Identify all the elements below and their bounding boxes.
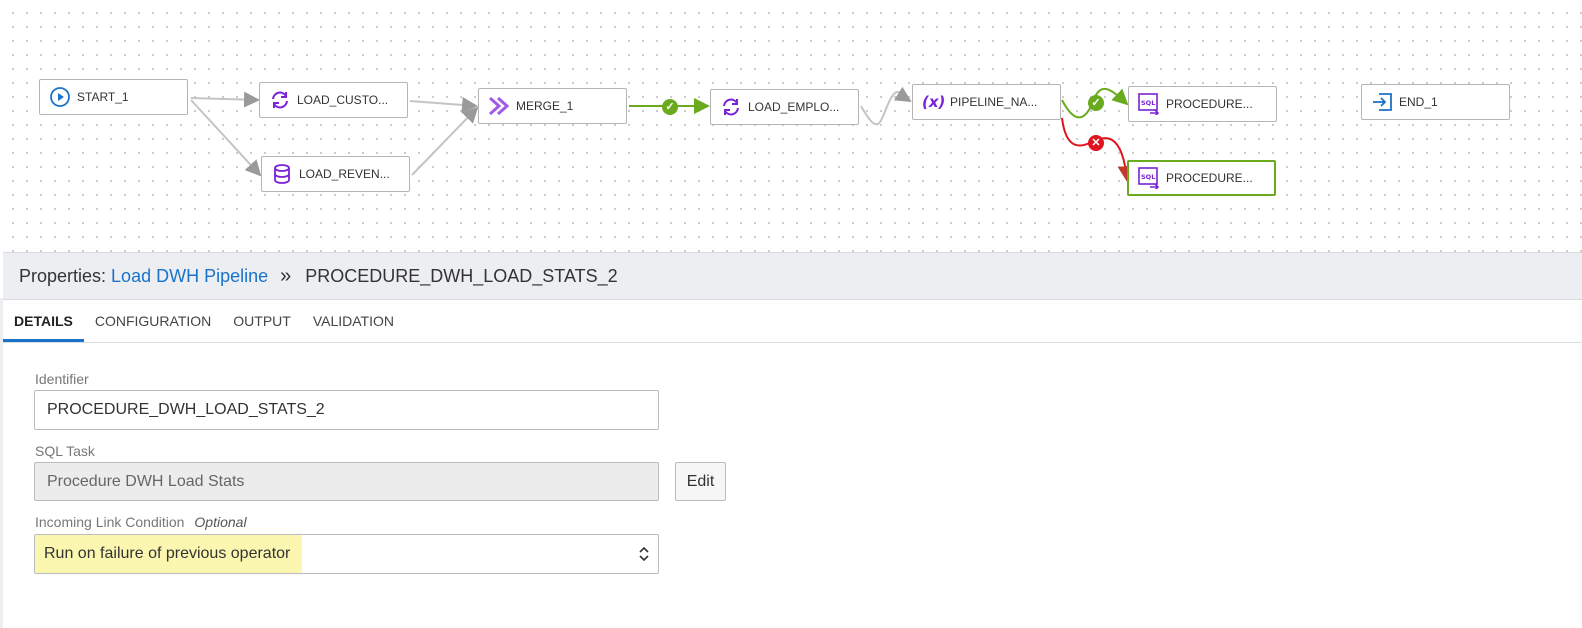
failure-badge-param: ✕ xyxy=(1088,135,1104,151)
pipeline-link[interactable]: Load DWH Pipeline xyxy=(111,266,268,287)
node-label: PROCEDURE... xyxy=(1166,171,1253,185)
node-load-customers[interactable]: LOAD_CUSTO... xyxy=(259,82,408,118)
node-load-revenue[interactable]: LOAD_REVEN... xyxy=(261,156,410,192)
tab-output[interactable]: OUTPUT xyxy=(222,299,302,342)
sql-icon: SQL xyxy=(1138,93,1160,115)
merge-icon xyxy=(488,95,510,117)
sql-task-value: Procedure DWH Load Stats xyxy=(47,472,245,490)
edge-customers-merge xyxy=(409,96,478,113)
edge-start-revenue xyxy=(190,99,262,177)
sql-task-field: Procedure DWH Load Stats xyxy=(34,462,659,501)
edge-revenue-merge xyxy=(411,106,479,176)
play-circle-icon xyxy=(49,86,71,108)
edit-button[interactable]: Edit xyxy=(675,462,726,501)
properties-tabs: DETAILS CONFIGURATION OUTPUT VALIDATION xyxy=(3,299,1582,343)
database-icon xyxy=(271,163,293,185)
node-label: END_1 xyxy=(1399,95,1438,109)
panel-left-border xyxy=(0,298,3,628)
identifier-input[interactable]: PROCEDURE_DWH_LOAD_STATS_2 xyxy=(34,390,659,430)
node-label: START_1 xyxy=(77,90,129,104)
sql-task-label: SQL Task xyxy=(35,443,95,459)
success-badge-merge: ✓ xyxy=(662,99,678,115)
svg-text:(x): (x) xyxy=(922,93,944,111)
properties-prefix: Properties: xyxy=(19,265,107,286)
tab-configuration[interactable]: CONFIGURATION xyxy=(84,299,222,342)
select-chevron-icon xyxy=(639,546,649,562)
node-pipeline-param[interactable]: (x) PIPELINE_NA... xyxy=(912,84,1061,120)
condition-value: Run on failure of previous operator xyxy=(44,545,291,562)
node-label: PROCEDURE... xyxy=(1166,97,1253,111)
tab-details[interactable]: DETAILS xyxy=(3,299,84,342)
tab-validation[interactable]: VALIDATION xyxy=(302,299,405,342)
properties-header: Properties: Load DWH Pipeline » PROCEDUR… xyxy=(3,252,1582,300)
sql-icon: SQL xyxy=(1138,167,1160,189)
node-procedure-1[interactable]: SQL PROCEDURE... xyxy=(1128,86,1277,122)
success-badge-param: ✓ xyxy=(1088,95,1104,111)
condition-label-text: Incoming Link Condition xyxy=(35,514,185,530)
condition-select[interactable]: Run on failure of previous operator xyxy=(34,534,659,574)
edge-start-customers xyxy=(190,91,260,108)
breadcrumb-separator: » xyxy=(280,264,292,287)
refresh-icon xyxy=(269,89,291,111)
node-procedure-2[interactable]: SQL PROCEDURE... xyxy=(1127,160,1276,196)
node-label: LOAD_EMPLO... xyxy=(748,100,840,114)
identifier-label: Identifier xyxy=(35,371,89,387)
properties-panel: Properties: Load DWH Pipeline » PROCEDUR… xyxy=(0,252,1582,628)
node-load-employees[interactable]: LOAD_EMPLO... xyxy=(710,89,859,125)
svg-text:SQL: SQL xyxy=(1141,173,1155,181)
end-arrow-icon xyxy=(1371,91,1393,113)
node-merge-1[interactable]: MERGE_1 xyxy=(478,88,627,124)
pipeline-edges xyxy=(190,86,1134,182)
node-label: PIPELINE_NA... xyxy=(950,95,1038,109)
identifier-value: PROCEDURE_DWH_LOAD_STATS_2 xyxy=(47,401,325,418)
node-start-1[interactable]: START_1 xyxy=(39,79,188,115)
svg-text:SQL: SQL xyxy=(1141,99,1155,107)
node-end-1[interactable]: END_1 xyxy=(1361,84,1510,120)
edge-employees-param xyxy=(860,86,912,126)
selected-operator-name: PROCEDURE_DWH_LOAD_STATS_2 xyxy=(305,265,618,286)
condition-label: Incoming Link Condition Optional xyxy=(35,514,247,530)
node-label: LOAD_REVEN... xyxy=(299,167,390,181)
node-label: LOAD_CUSTO... xyxy=(297,93,389,107)
refresh-icon xyxy=(720,96,742,118)
variable-icon: (x) xyxy=(922,91,944,113)
node-label: MERGE_1 xyxy=(516,99,574,113)
pipeline-canvas[interactable]: ✓ ✓ ✕ START_1 LOAD_CUSTO... LOAD_REVEN..… xyxy=(0,0,1582,252)
optional-hint: Optional xyxy=(194,514,247,530)
